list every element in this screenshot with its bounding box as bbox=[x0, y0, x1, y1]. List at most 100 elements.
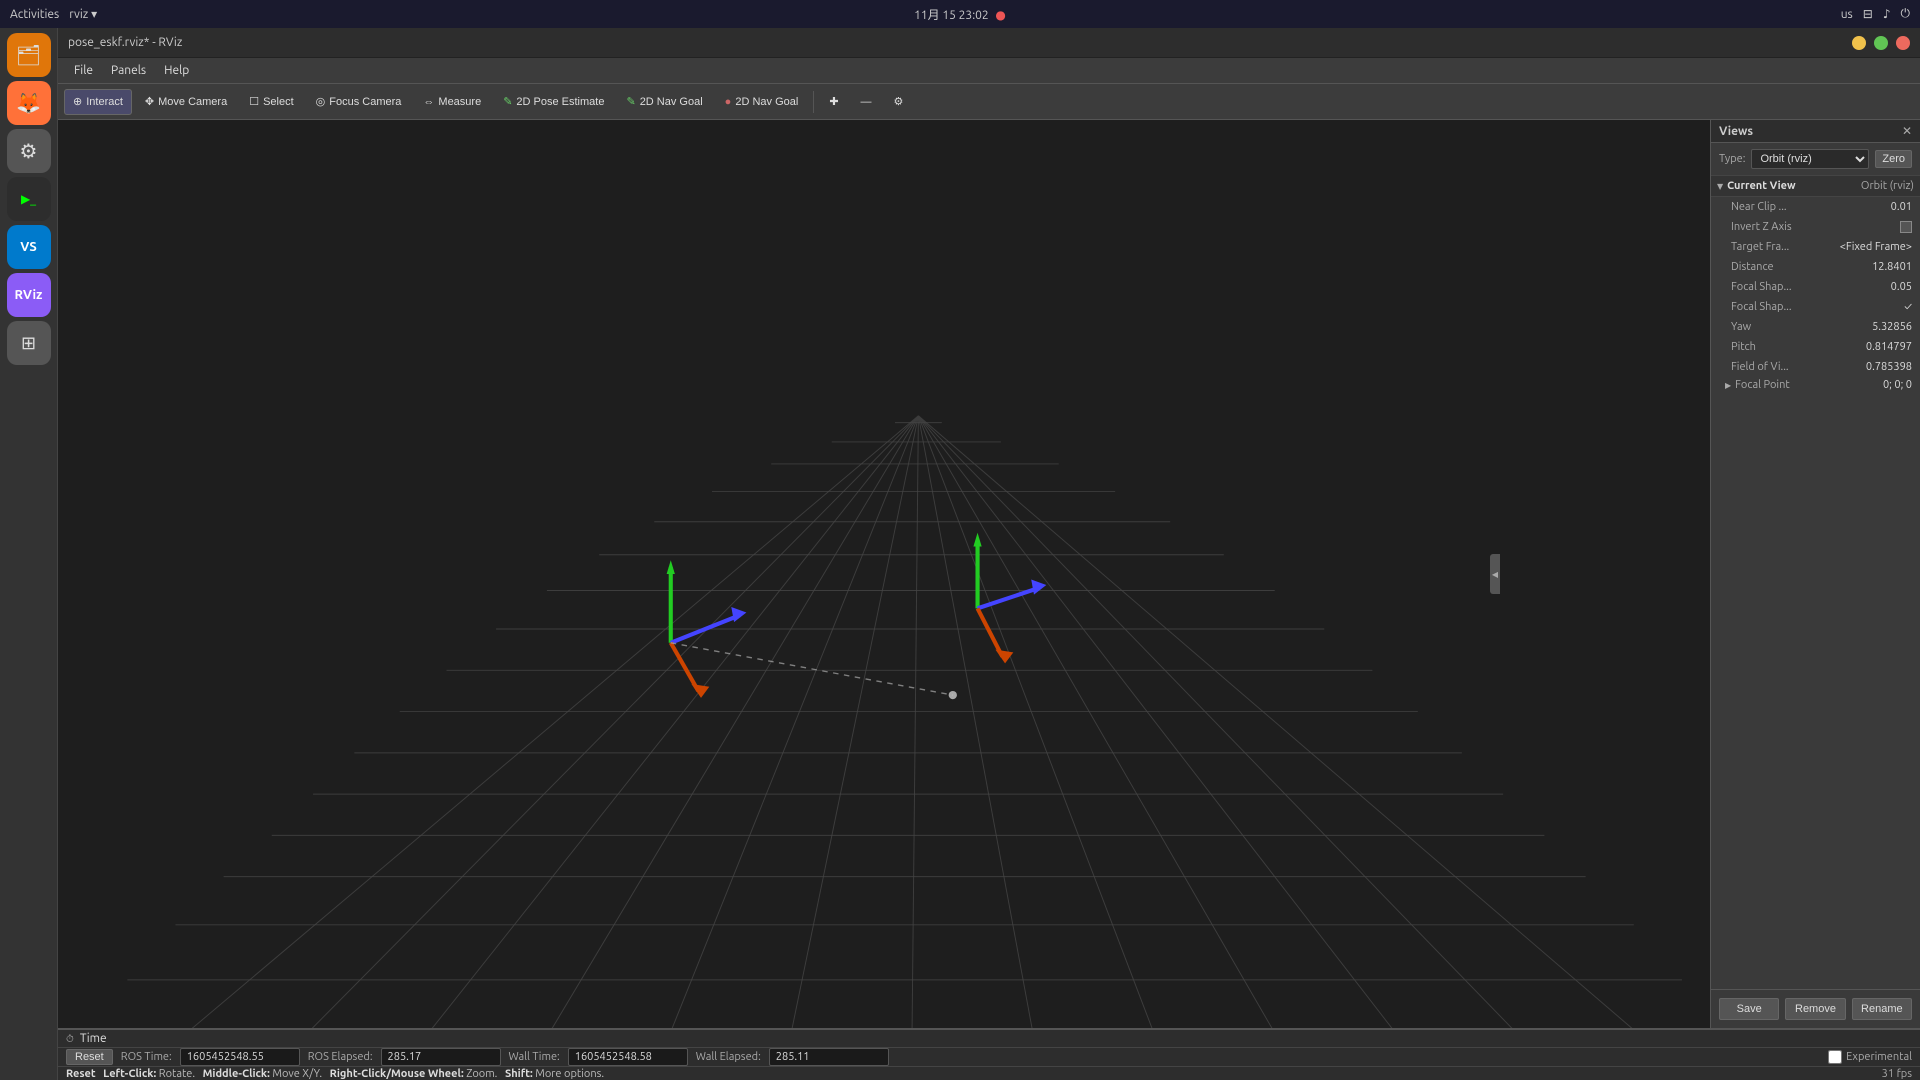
focal-point-row: ▶ Focal Point 0; 0; 0 bbox=[1711, 377, 1920, 394]
measure-icon: ⇔ bbox=[423, 96, 434, 108]
reset-button[interactable]: Reset bbox=[66, 1049, 113, 1065]
2d-nav-goal-label: 2D Nav Goal bbox=[640, 96, 703, 108]
status-bar: ⏱ Time Reset ROS Time: 1605452548.55 ROS… bbox=[58, 1028, 1920, 1080]
invert-z-label: Invert Z Axis bbox=[1731, 221, 1900, 233]
measure-label: Measure bbox=[438, 96, 481, 108]
near-clip-label: Near Clip ... bbox=[1731, 201, 1891, 213]
2d-pose-estimate-label: 2D Pose Estimate bbox=[516, 96, 604, 108]
panel-close-icon[interactable]: ✕ bbox=[1902, 124, 1912, 138]
panel-footer: Save Remove Rename bbox=[1711, 989, 1920, 1028]
target-frame-value[interactable]: <Fixed Frame> bbox=[1840, 241, 1912, 253]
toolbar: ⊕ Interact ✥ Move Camera ☐ Select ◎ Focu… bbox=[58, 84, 1920, 120]
content-area: ◀ Views ✕ Type: Orbit (rviz) FPS TopDown… bbox=[58, 120, 1920, 1028]
select-label: Select bbox=[263, 96, 294, 108]
distance-value[interactable]: 12.8401 bbox=[1872, 261, 1912, 273]
focal-shape-enabled-value[interactable]: ✓ bbox=[1904, 301, 1912, 313]
ros-elapsed-label: ROS Elapsed: bbox=[308, 1051, 373, 1063]
select-button[interactable]: ☐ Select bbox=[240, 89, 302, 115]
focal-point-label: Focal Point bbox=[1735, 379, 1879, 391]
system-taskbar: Activities rviz ▾ 11月 15 23:02 ● us ⊟ ♪ … bbox=[0, 0, 1920, 28]
help-text: Reset Left-Click: Rotate. Middle-Click: … bbox=[66, 1068, 604, 1080]
publish-point-label: 2D Nav Goal bbox=[735, 96, 798, 108]
3d-grid bbox=[58, 120, 1710, 1028]
views-panel-header: Views ✕ bbox=[1711, 120, 1920, 143]
section-expand-icon: ▼ bbox=[1717, 182, 1723, 191]
title-bar: pose_eskf.rviz* - RViz — □ ✕ bbox=[58, 28, 1920, 58]
activities-label[interactable]: Activities bbox=[10, 8, 59, 21]
time-icon: ⏱ bbox=[66, 1033, 74, 1045]
near-clip-value[interactable]: 0.01 bbox=[1891, 201, 1912, 213]
prop-target-frame: Target Fra... <Fixed Frame> bbox=[1711, 237, 1920, 257]
target-frame-label: Target Fra... bbox=[1731, 241, 1840, 253]
zero-button[interactable]: Zero bbox=[1875, 150, 1912, 168]
time-section-header: ⏱ Time bbox=[58, 1029, 1920, 1048]
experimental-checkbox[interactable] bbox=[1828, 1050, 1842, 1064]
datetime: 11月 15 23:02 bbox=[914, 9, 989, 22]
menu-panels[interactable]: Panels bbox=[103, 61, 154, 80]
interact-icon: ⊕ bbox=[73, 95, 82, 108]
publish-point-icon: ● bbox=[725, 96, 732, 108]
sys-network: ⊟ bbox=[1863, 7, 1873, 21]
menu-file[interactable]: File bbox=[66, 61, 101, 80]
publish-point-button[interactable]: ● 2D Nav Goal bbox=[716, 89, 808, 115]
help-row: Reset Left-Click: Rotate. Middle-Click: … bbox=[58, 1067, 1920, 1080]
close-button[interactable]: ✕ bbox=[1896, 36, 1910, 50]
panel-collapse-handle[interactable]: ◀ bbox=[1490, 554, 1500, 594]
dock-icon-rviz[interactable]: RViz bbox=[7, 273, 51, 317]
dock-icon-vscode[interactable]: VS bbox=[7, 225, 51, 269]
focal-point-value[interactable]: 0; 0; 0 bbox=[1883, 379, 1912, 391]
settings-button[interactable]: ⚙ bbox=[885, 89, 913, 115]
move-camera-button[interactable]: ✥ Move Camera bbox=[136, 89, 236, 115]
focal-point-expand-icon: ▶ bbox=[1725, 381, 1731, 390]
focus-camera-button[interactable]: ◎ Focus Camera bbox=[307, 89, 411, 115]
save-button[interactable]: Save bbox=[1719, 998, 1779, 1020]
experimental-label: Experimental bbox=[1846, 1051, 1912, 1063]
time-section-label: Time bbox=[80, 1032, 107, 1045]
maximize-button[interactable]: □ bbox=[1874, 36, 1888, 50]
2d-pose-estimate-icon: ✎ bbox=[503, 95, 512, 108]
current-view-section: ▼ Current View Orbit (rviz) bbox=[1711, 176, 1920, 197]
sys-volume: ♪ bbox=[1883, 7, 1891, 21]
current-view-type: Orbit (rviz) bbox=[1861, 180, 1914, 192]
focus-camera-icon: ◎ bbox=[316, 95, 326, 108]
focus-camera-label: Focus Camera bbox=[329, 96, 401, 108]
ubuntu-dock: 🗂 🦊 ⚙ ▶_ VS RViz ⊞ bbox=[0, 28, 58, 1080]
rename-button[interactable]: Rename bbox=[1852, 998, 1912, 1020]
fov-value[interactable]: 0.785398 bbox=[1866, 361, 1912, 373]
zoom-out-button[interactable]: — bbox=[852, 89, 881, 115]
2d-nav-goal-button[interactable]: ✎ 2D Nav Goal bbox=[617, 89, 711, 115]
minimize-button[interactable]: — bbox=[1852, 36, 1866, 50]
focal-shape-size-value[interactable]: 0.05 bbox=[1891, 281, 1912, 293]
select-icon: ☐ bbox=[249, 95, 259, 108]
dock-icon-firefox[interactable]: 🦊 bbox=[7, 81, 51, 125]
ros-elapsed-value: 285.17 bbox=[381, 1048, 501, 1066]
dock-icon-settings[interactable]: ⚙ bbox=[7, 129, 51, 173]
zoom-in-button[interactable]: ✚ bbox=[820, 89, 847, 115]
menu-help[interactable]: Help bbox=[156, 61, 197, 80]
pitch-value[interactable]: 0.814797 bbox=[1866, 341, 1912, 353]
menu-bar: File Panels Help bbox=[58, 58, 1920, 84]
type-select[interactable]: Orbit (rviz) FPS TopDown Ortho bbox=[1751, 149, 1869, 169]
yaw-value[interactable]: 5.32856 bbox=[1872, 321, 1912, 333]
3d-viewport[interactable]: ◀ bbox=[58, 120, 1710, 1028]
prop-yaw: Yaw 5.32856 bbox=[1711, 317, 1920, 337]
measure-button[interactable]: ⇔ Measure bbox=[414, 89, 490, 115]
dock-icon-more[interactable]: ⊞ bbox=[7, 321, 51, 365]
window-controls: — □ ✕ bbox=[1852, 36, 1910, 50]
dock-icon-terminal[interactable]: ▶_ bbox=[7, 177, 51, 221]
interact-button[interactable]: ⊕ Interact bbox=[64, 89, 132, 115]
2d-pose-estimate-button[interactable]: ✎ 2D Pose Estimate bbox=[494, 89, 613, 115]
ros-time-value: 1605452548.55 bbox=[180, 1048, 300, 1066]
invert-z-checkbox[interactable] bbox=[1900, 221, 1912, 233]
main-window: pose_eskf.rviz* - RViz — □ ✕ File Panels… bbox=[58, 28, 1920, 1080]
time-values-row: Reset ROS Time: 1605452548.55 ROS Elapse… bbox=[58, 1048, 1920, 1067]
views-type-row: Type: Orbit (rviz) FPS TopDown Ortho Zer… bbox=[1711, 143, 1920, 176]
prop-focal-shape-enabled: Focal Shap... ✓ bbox=[1711, 297, 1920, 317]
interact-label: Interact bbox=[86, 96, 123, 108]
wall-elapsed-label: Wall Elapsed: bbox=[696, 1051, 761, 1063]
dock-icon-files[interactable]: 🗂 bbox=[7, 33, 51, 77]
remove-button[interactable]: Remove bbox=[1785, 998, 1845, 1020]
move-camera-label: Move Camera bbox=[158, 96, 227, 108]
prop-fov: Field of Vi... 0.785398 bbox=[1711, 357, 1920, 377]
prop-pitch: Pitch 0.814797 bbox=[1711, 337, 1920, 357]
